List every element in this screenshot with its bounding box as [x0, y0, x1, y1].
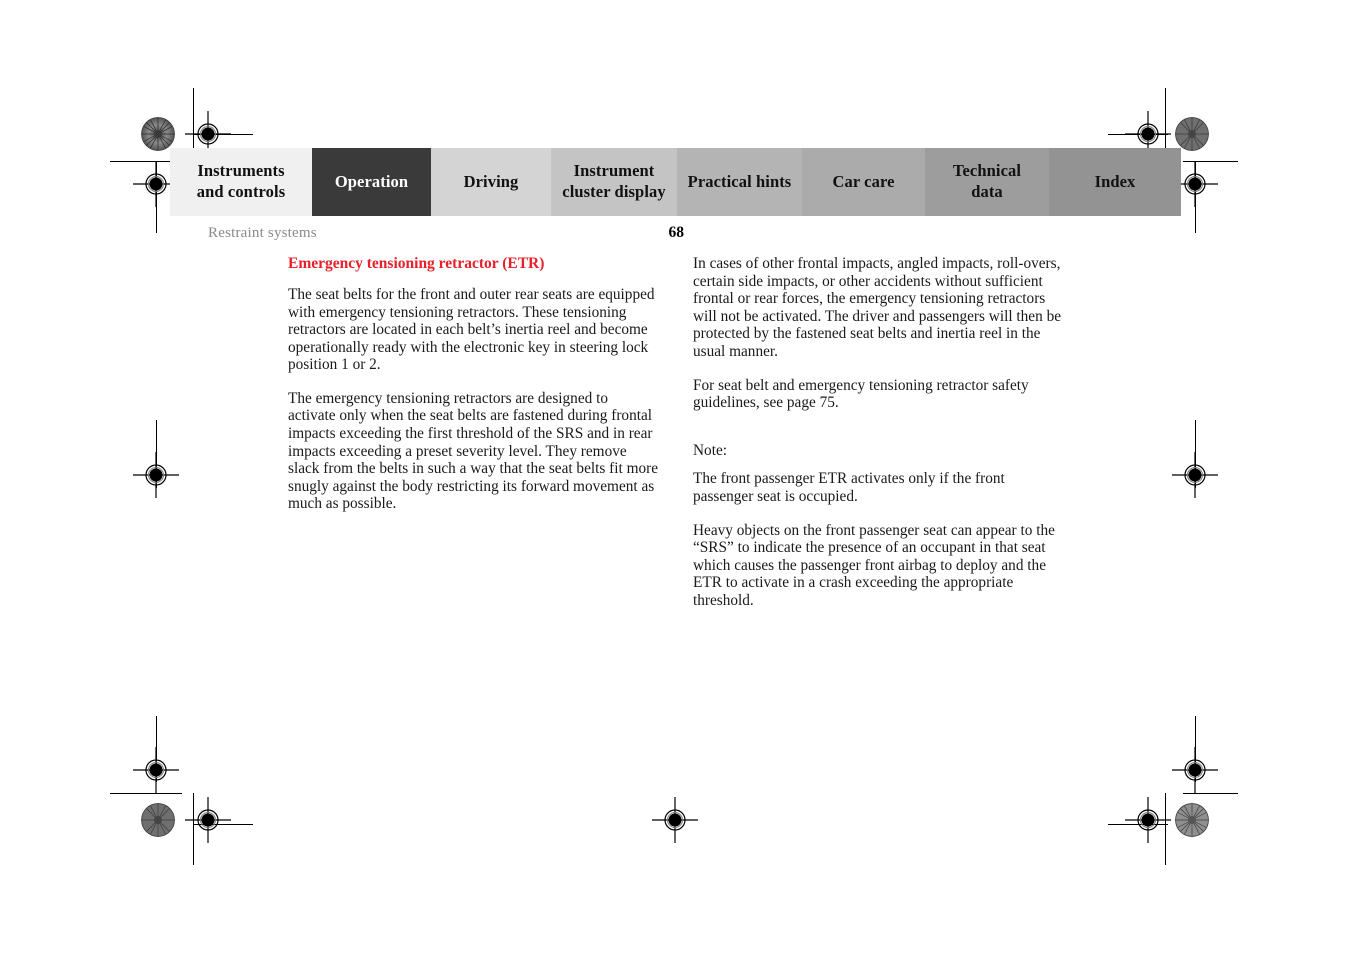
tab-label-line1: Car care: [832, 171, 895, 191]
trim-line-bottom-left-inner-horizontal: [193, 824, 253, 825]
paragraph: The emergency tensioning retractors are …: [288, 389, 658, 513]
trim-line-bottom-left-horizontal: [110, 793, 182, 794]
tab-label-line2: cluster display: [562, 182, 666, 201]
tab-technical-data[interactable]: Technical data: [925, 148, 1049, 216]
registration-mark-bottom-center: [652, 797, 698, 843]
tab-practical-hints[interactable]: Practical hints: [677, 148, 802, 216]
trim-line-top-left-outer-vertical: [156, 161, 157, 233]
tab-index[interactable]: Index: [1049, 148, 1181, 216]
tab-label-line2: data: [971, 182, 1003, 201]
tab-label-line1: Practical hints: [687, 171, 792, 191]
paragraph: For seat belt and emergency tensioning r…: [693, 376, 1029, 412]
section-heading: Emergency tensioning retractor (ETR): [288, 255, 545, 272]
trim-line-bottom-left-outer-vertical: [156, 716, 157, 782]
trim-line-top-left-inner-horizontal: [193, 134, 253, 135]
trim-line-bottom-right-inner-horizontal: [1108, 824, 1168, 825]
tab-label-line1: Instrument: [573, 161, 655, 181]
tab-label-line1: Operation: [334, 171, 409, 191]
tab-operation[interactable]: Operation: [312, 148, 431, 216]
registration-mark-bottom-left-inner: [185, 797, 231, 843]
page-number: 68: [668, 224, 685, 241]
trim-line-mid-right-vertical: [1195, 420, 1196, 488]
trim-line-bottom-left-inner-vertical: [193, 793, 194, 865]
halftone-rosette-bottom-right: [1175, 803, 1209, 837]
tab-driving[interactable]: Driving: [431, 148, 551, 216]
tab-label-line1: Instruments: [197, 161, 285, 181]
halftone-rosette-top-right: [1175, 117, 1209, 151]
right-column: In cases of other frontal impacts, angle…: [693, 255, 1063, 610]
trim-line-bottom-right-outer-vertical: [1195, 716, 1196, 782]
tab-label-line2: and controls: [196, 182, 286, 201]
trim-line-top-right-inner-horizontal: [1108, 134, 1168, 135]
tab-instrument-cluster-display[interactable]: Instrument cluster display: [551, 148, 677, 216]
trim-line-top-right-horizontal: [1183, 161, 1238, 162]
chapter-tab-bar: Instruments and controls Operation Drivi…: [170, 148, 1181, 216]
paragraph: The front passenger ETR activates only i…: [693, 470, 1005, 505]
note-spacer: [693, 428, 1063, 442]
paragraph: The seat belts for the front and outer r…: [288, 285, 655, 374]
tab-label-line1: Technical: [952, 161, 1022, 181]
running-title: Restraint systems: [208, 225, 317, 241]
running-head: Restraint systems 68: [208, 224, 684, 242]
note-label: Note:: [693, 441, 727, 459]
halftone-rosette-bottom-left: [141, 803, 175, 837]
trim-line-top-right-outer-vertical: [1195, 161, 1196, 233]
trim-line-mid-left-vertical: [156, 420, 157, 488]
halftone-rosette-top-left: [141, 117, 175, 151]
tab-car-care[interactable]: Car care: [802, 148, 925, 216]
paragraph: In cases of other frontal impacts, angle…: [693, 255, 1062, 360]
left-column: Emergency tensioning retractor (ETR) The…: [288, 255, 658, 513]
tab-label-line1: Driving: [463, 171, 519, 191]
trim-line-bottom-right-inner-vertical: [1165, 793, 1166, 865]
trim-line-bottom-right-horizontal: [1183, 793, 1238, 794]
manual-page: Instruments and controls Operation Drivi…: [0, 0, 1351, 954]
tab-label-line1: Index: [1094, 171, 1136, 191]
tab-instruments-and-controls[interactable]: Instruments and controls: [170, 148, 312, 216]
paragraph: Heavy objects on the front passenger sea…: [693, 521, 1055, 609]
